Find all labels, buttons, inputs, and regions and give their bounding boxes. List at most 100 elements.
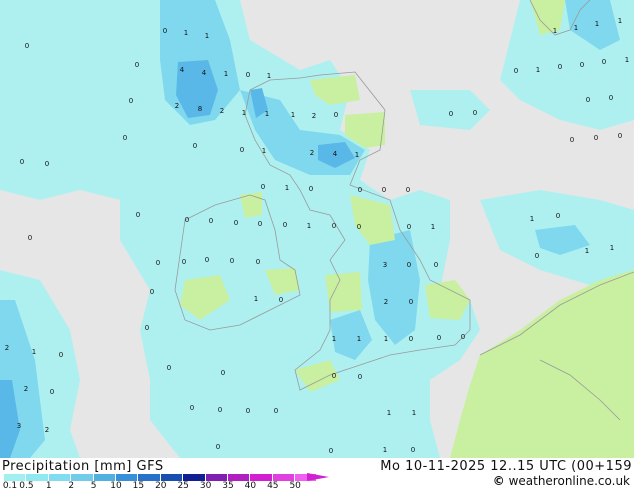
- precip-value-label: 0: [156, 259, 160, 267]
- precip-value-label: 0: [221, 369, 225, 377]
- precip-value-label: 1: [184, 29, 188, 37]
- precip-value-label: 2: [45, 426, 49, 434]
- precip-value-label: 1: [254, 295, 258, 303]
- precip-value-label: 0: [407, 223, 411, 231]
- precip-value-label: 0: [437, 334, 441, 342]
- source-credit[interactable]: © weatheronline.co.uk: [493, 474, 630, 488]
- precip-value-label: 4: [333, 150, 338, 158]
- precip-value-label: 1: [332, 335, 336, 343]
- precip-value-label: 1: [32, 348, 36, 356]
- precip-value-label: 0: [580, 61, 584, 69]
- precip-value-label: 0: [274, 407, 278, 415]
- precip-value-label: 1: [553, 27, 557, 35]
- precip-value-label: 0: [216, 443, 220, 451]
- legend-swatch: [71, 474, 94, 481]
- precip-value-label: 2: [5, 344, 9, 352]
- map-canvas: 0 0 1 1 0 4 4 1 0 1 0 2 8 2 1 1 1 2 0 0 0 0 1 2 4 1 0 0 0 1 0 0 0 0 0 0 0 0 0 0…: [0, 0, 634, 458]
- precip-value-label: 2: [220, 107, 224, 115]
- precip-value-label: 8: [198, 105, 202, 113]
- precip-value-label: 0: [332, 372, 336, 380]
- precip-value-label: 1: [574, 24, 578, 32]
- precipitation-map[interactable]: 0 0 1 1 0 4 4 1 0 1 0 2 8 2 1 1 1 2 0 0 0 0 1 2 4 1 0 0 0 1 0 0 0 0 0 0 0 0 0 0…: [0, 0, 634, 458]
- legend-swatch: [160, 474, 184, 481]
- precip-value-label: 0: [411, 446, 415, 454]
- precip-value-label: 1: [242, 109, 246, 117]
- legend-arrow-icon: [307, 473, 329, 481]
- precip-value-label: 0: [123, 134, 127, 142]
- precip-value-label: 0: [514, 67, 518, 75]
- legend-swatch: [48, 474, 72, 481]
- precip-value-label: 0: [234, 219, 238, 227]
- precip-value-label: 1: [205, 32, 209, 40]
- precip-value-label: 1: [536, 66, 540, 74]
- precip-value-label: 0: [182, 258, 186, 266]
- precip-value-label: 1: [262, 147, 266, 155]
- precip-value-label: 1: [585, 247, 589, 255]
- precip-value-label: 0: [570, 136, 574, 144]
- precip-value-label: 2: [310, 149, 314, 157]
- precip-value-label: 0: [357, 223, 361, 231]
- precip-value-label: 0: [334, 111, 338, 119]
- precip-value-label: 0: [556, 212, 560, 220]
- precip-value-label: 0: [609, 94, 613, 102]
- credit-text: weatheronline.co.uk: [508, 474, 630, 488]
- precip-value-label: 0: [261, 183, 265, 191]
- precip-value-label: 0: [409, 335, 413, 343]
- precip-value-label: 0: [150, 288, 154, 296]
- precip-value-label: 0: [332, 222, 336, 230]
- precip-value-label: 1: [357, 335, 361, 343]
- copyright-icon: ©: [492, 474, 505, 488]
- legend-swatch: [183, 474, 206, 481]
- precip-value-label: 0: [329, 447, 333, 455]
- precip-value-label: 1: [431, 223, 435, 231]
- precip-value-label: 0: [28, 234, 32, 242]
- precip-value-label: 0: [205, 256, 209, 264]
- precip-value-label: 0: [190, 404, 194, 412]
- precip-value-label: 0: [129, 97, 133, 105]
- precip-value-label: 0: [50, 388, 54, 396]
- precip-value-label: 0: [240, 146, 244, 154]
- legend-swatch: [272, 474, 296, 481]
- precip-value-label: 0: [45, 160, 49, 168]
- legend-swatch: [26, 474, 49, 481]
- precipitation-legend-bar: [4, 474, 318, 481]
- precip-value-label: 0: [558, 63, 562, 71]
- precip-value-label: 0: [246, 407, 250, 415]
- precip-value-label: 0: [230, 257, 234, 265]
- precip-value-label: 0: [25, 42, 29, 50]
- precip-value-label: 0: [618, 132, 622, 140]
- legend-swatch: [115, 474, 139, 481]
- precip-value-label: 0: [602, 58, 606, 66]
- precip-value-label: 4: [202, 69, 207, 77]
- precip-value-label: 0: [167, 364, 171, 372]
- precip-value-label: 0: [145, 324, 149, 332]
- precip-value-label: 1: [384, 335, 388, 343]
- precip-value-label: 0: [358, 186, 362, 194]
- weather-map-screen: 0 0 1 1 0 4 4 1 0 1 0 2 8 2 1 1 1 2 0 0 0 0 1 2 4 1 0 0 0 1 0 0 0 0 0 0 0 0 0 0…: [0, 0, 634, 491]
- precip-value-label: 0: [407, 261, 411, 269]
- precip-value-label: 0: [406, 186, 410, 194]
- legend-swatch: [205, 474, 228, 481]
- map-title: Precipitation [mm] GFS: [2, 459, 164, 474]
- precip-value-label: 2: [175, 102, 179, 110]
- precip-value-label: 0: [209, 217, 213, 225]
- precip-value-label: 0: [594, 134, 598, 142]
- precip-value-label: 1: [267, 72, 271, 80]
- precip-value-label: 4: [180, 66, 185, 74]
- precip-value-label: 2: [24, 385, 28, 393]
- precip-value-label: 0: [461, 333, 465, 341]
- precip-value-label: 0: [256, 258, 260, 266]
- precip-value-label: 1: [618, 17, 622, 25]
- precip-value-label: 0: [258, 220, 262, 228]
- precip-value-label: 1: [355, 151, 359, 159]
- legend-swatch: [250, 474, 273, 481]
- precip-value-label: 0: [59, 351, 63, 359]
- precip-value-label: 1: [412, 409, 416, 417]
- precip-value-label: 1: [224, 70, 228, 78]
- land-wales: [325, 272, 362, 312]
- precip-value-label: 0: [279, 296, 283, 304]
- precip-value-label: 3: [17, 422, 21, 430]
- precip-value-label: 0: [163, 27, 167, 35]
- precip-value-label: 0: [136, 211, 140, 219]
- precip-value-label: 0: [473, 109, 477, 117]
